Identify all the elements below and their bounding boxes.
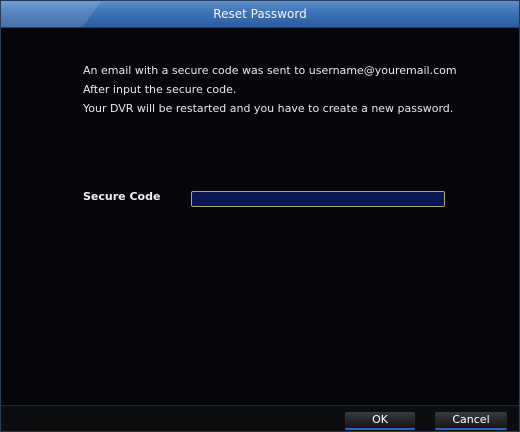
reset-password-dialog: Reset Password An email with a secure co… (0, 0, 520, 432)
cancel-button[interactable]: Cancel (435, 412, 507, 430)
info-line-input-code: After input the secure code. (83, 83, 237, 96)
info-line-restart: Your DVR will be restarted and you have … (83, 102, 454, 115)
button-bar: OK Cancel (1, 405, 519, 431)
secure-code-label: Secure Code (83, 190, 161, 203)
info-message: An email with a secure code was sent to … (83, 61, 503, 118)
ok-button[interactable]: OK (345, 412, 415, 430)
info-line-email-sent: An email with a secure code was sent to … (83, 64, 457, 77)
dialog-title: Reset Password (213, 7, 307, 21)
title-bar: Reset Password (1, 1, 519, 28)
secure-code-input[interactable] (191, 191, 445, 207)
